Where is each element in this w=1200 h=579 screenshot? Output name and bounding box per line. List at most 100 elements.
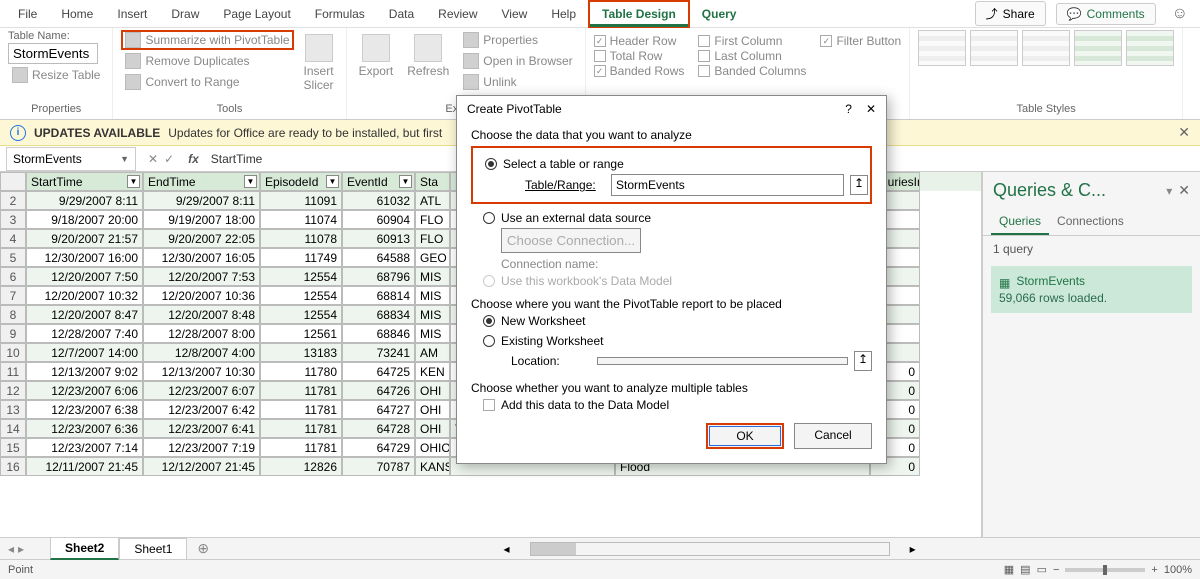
tab-help[interactable]: Help [539,2,588,26]
cell[interactable]: OHIO [415,438,450,457]
cell[interactable]: 60913 [342,229,415,248]
row-number[interactable]: 2 [0,191,26,210]
cell[interactable]: 12/23/2007 7:14 [26,438,143,457]
open-browser-button[interactable]: Open in Browser [459,51,576,71]
unlink-button[interactable]: Unlink [459,72,576,92]
cell[interactable]: 12/20/2007 10:36 [143,286,260,305]
cell[interactable]: 11780 [260,362,342,381]
cell[interactable]: OHI [415,381,450,400]
cell[interactable]: 12/28/2007 7:40 [26,324,143,343]
cell[interactable]: MIS [415,324,450,343]
select-all-corner[interactable] [0,172,26,191]
cell[interactable]: 13183 [260,343,342,362]
view-layout-icon[interactable]: ▤ [1020,563,1030,576]
cell[interactable]: 60904 [342,210,415,229]
checkbox-last-col[interactable] [698,50,710,62]
range-picker-button[interactable]: ↥ [850,175,868,195]
export-button[interactable]: Export [355,30,398,82]
scroll-left-icon[interactable]: ◂ [504,542,510,556]
cell[interactable]: 12/7/2007 14:00 [26,343,143,362]
cell[interactable]: 68846 [342,324,415,343]
cell[interactable]: 12/23/2007 6:07 [143,381,260,400]
cell[interactable]: 11781 [260,419,342,438]
tab-draw[interactable]: Draw [159,2,211,26]
radio-select-range[interactable] [485,158,497,170]
cell[interactable]: 12/20/2007 8:48 [143,305,260,324]
tab-data[interactable]: Data [377,2,426,26]
fx-icon[interactable]: fx [180,152,207,166]
cell[interactable]: 73241 [342,343,415,362]
zoom-in-icon[interactable]: + [1151,564,1157,576]
tab-file[interactable]: File [6,2,49,26]
radio-external-source[interactable] [483,212,495,224]
row-number[interactable]: 15 [0,438,26,457]
cell[interactable]: 12/23/2007 7:19 [143,438,260,457]
checkbox-banded-cols[interactable] [698,65,710,77]
resize-table-button[interactable]: Resize Table [8,65,104,85]
cell[interactable]: 12/28/2007 8:00 [143,324,260,343]
close-dialog-button[interactable]: ✕ [866,102,876,116]
style-swatch[interactable] [1022,30,1070,66]
cell[interactable]: 12/13/2007 9:02 [26,362,143,381]
location-input[interactable] [597,357,848,365]
cell[interactable]: 12/23/2007 6:42 [143,400,260,419]
style-swatch[interactable] [1126,30,1174,66]
row-number[interactable]: 7 [0,286,26,305]
help-icon[interactable]: ? [845,102,852,116]
cell[interactable]: 12/12/2007 21:45 [143,457,260,476]
cell[interactable]: 12/20/2007 7:50 [26,267,143,286]
cell[interactable]: 64726 [342,381,415,400]
tab-query[interactable]: Query [690,2,749,26]
cell[interactable]: GEO [415,248,450,267]
cell[interactable]: 12/23/2007 6:06 [26,381,143,400]
checkbox-filter-button[interactable]: ✓ [820,35,832,47]
properties-button[interactable]: Properties [459,30,576,50]
choose-connection-button[interactable]: Choose Connection... [501,228,641,253]
panel-tab-queries[interactable]: Queries [991,209,1049,235]
cell[interactable]: 12/11/2007 21:45 [26,457,143,476]
filter-icon[interactable]: ▼ [244,175,257,188]
row-number[interactable]: 8 [0,305,26,324]
tab-page-layout[interactable]: Page Layout [211,2,302,26]
cell[interactable]: KANSAS [415,457,450,476]
cell[interactable]: 64727 [342,400,415,419]
cell[interactable]: 12554 [260,286,342,305]
row-number[interactable]: 10 [0,343,26,362]
cell[interactable]: FLO [415,229,450,248]
add-sheet-button[interactable]: ⊕ [187,540,219,557]
cell[interactable]: ATL [415,191,450,210]
ok-button[interactable]: OK [706,423,784,449]
share-button[interactable]: ⤴Share [975,1,1046,26]
cell[interactable]: 12/20/2007 10:32 [26,286,143,305]
tab-formulas[interactable]: Formulas [303,2,377,26]
sheet-nav-prev[interactable]: ◂ [8,542,14,556]
style-swatch[interactable] [970,30,1018,66]
feedback-icon[interactable]: ☺ [1166,5,1194,23]
cell[interactable]: 12/20/2007 8:47 [26,305,143,324]
radio-new-worksheet[interactable] [483,315,495,327]
cancel-formula-icon[interactable]: ✕ [148,152,158,166]
cell[interactable]: 64588 [342,248,415,267]
insert-slicer-button[interactable]: Insert Slicer [300,30,338,96]
checkbox-first-col[interactable] [698,35,710,47]
cell[interactable]: 9/29/2007 8:11 [26,191,143,210]
tab-table-design[interactable]: Table Design [588,0,690,28]
row-number[interactable]: 11 [0,362,26,381]
cell[interactable]: 68796 [342,267,415,286]
cell[interactable]: 12/23/2007 6:36 [26,419,143,438]
close-panel-button[interactable]: ✕ [1178,182,1190,199]
cell[interactable]: 12554 [260,267,342,286]
cell[interactable]: 12554 [260,305,342,324]
cell[interactable]: 12/23/2007 6:41 [143,419,260,438]
query-card[interactable]: ▦StormEvents 59,066 rows loaded. [991,266,1192,313]
convert-range-button[interactable]: Convert to Range [121,72,293,92]
cell[interactable]: OHI [415,400,450,419]
cell[interactable]: 12561 [260,324,342,343]
row-number[interactable]: 13 [0,400,26,419]
cell[interactable]: AM [415,343,450,362]
hscrollbar[interactable] [530,542,890,556]
row-number[interactable]: 4 [0,229,26,248]
cancel-button[interactable]: Cancel [794,423,872,449]
cell[interactable]: 9/18/2007 20:00 [26,210,143,229]
checkbox-header-row[interactable]: ✓ [594,35,606,47]
